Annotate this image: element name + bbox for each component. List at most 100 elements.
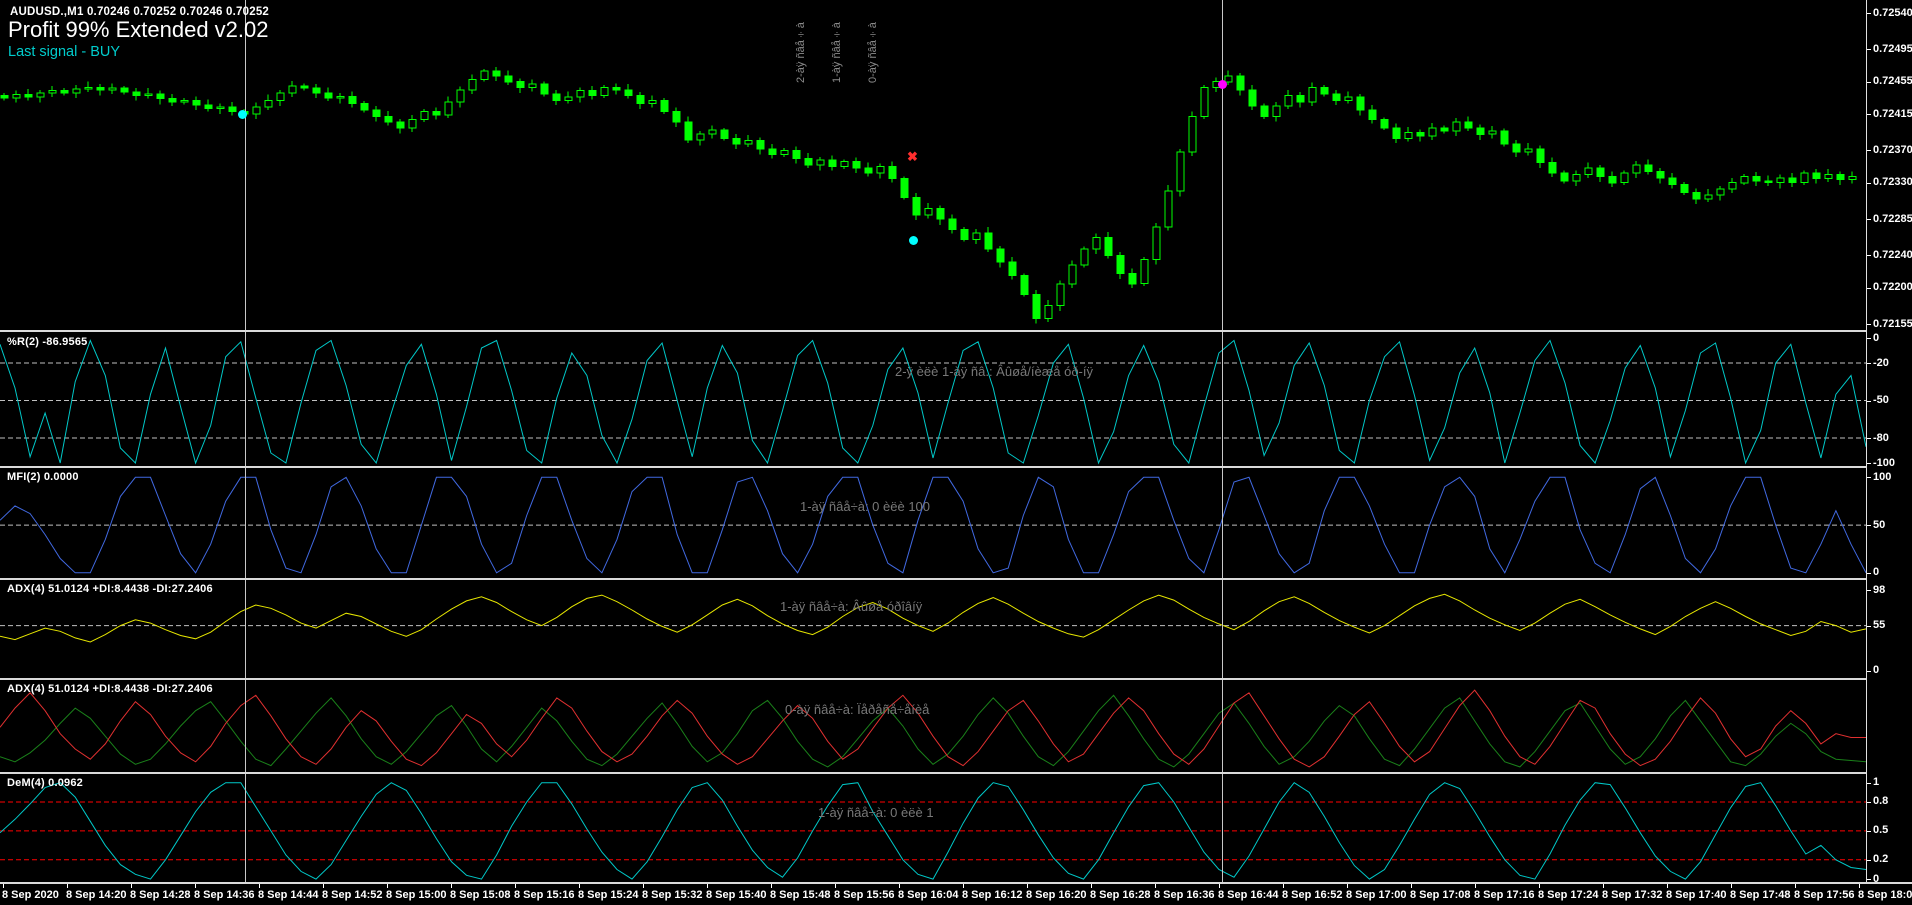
panel-separator[interactable] (0, 466, 1912, 468)
axis-tick-mark (1867, 802, 1871, 803)
time-tick-mark (643, 884, 644, 888)
adx-label: ADX(4) 51.0124 +DI:8.4438 -DI:27.2406 (7, 583, 213, 595)
time-tick-mark (1475, 884, 1476, 888)
panel-separator[interactable] (0, 578, 1912, 580)
adx-watermark: 1-àÿ ñâå÷à: Âûøå óðîâíÿ (780, 599, 922, 614)
price-tick-label: 98 (1873, 584, 1885, 596)
wpr-label: %R(2) -86.9565 (7, 336, 87, 348)
mt4-chart-window: AUDUSD.,M1 0.70246 0.70252 0.70246 0.702… (0, 0, 1912, 905)
time-tick-mark (899, 884, 900, 888)
time-label: 8 Sep 16:04 (898, 889, 959, 901)
price-tick-label: 0.72285 (1873, 213, 1912, 225)
axis-tick-mark (1867, 879, 1871, 880)
time-tick-mark (67, 884, 68, 888)
time-tick-mark (451, 884, 452, 888)
axis-tick-mark (1867, 150, 1871, 151)
time-tick-mark (1283, 884, 1284, 888)
signal-dot-marker-icon (1218, 80, 1227, 89)
price-tick-label: 0.2 (1873, 853, 1888, 865)
time-tick-mark (3, 884, 4, 888)
axis-tick-mark (1867, 219, 1871, 220)
time-tick-mark (1795, 884, 1796, 888)
time-tick-mark (259, 884, 260, 888)
axis-tick-mark (1867, 438, 1871, 439)
dem-watermark: 1-àÿ ñâå÷à: 0 èëè 1 (818, 805, 934, 820)
time-tick-mark (131, 884, 132, 888)
time-tick-mark (1859, 884, 1860, 888)
time-label: 8 Sep 16:20 (1026, 889, 1087, 901)
time-label: 8 Sep 14:36 (194, 889, 255, 901)
time-label: 8 Sep 14:52 (322, 889, 383, 901)
price-tick-label: -20 (1873, 357, 1889, 369)
time-label: 8 Sep 17:24 (1538, 889, 1599, 901)
axis-tick-mark (1867, 13, 1871, 14)
time-label: 8 Sep 17:16 (1474, 889, 1535, 901)
time-label: 8 Sep 16:52 (1282, 889, 1343, 901)
time-label: 8 Sep 15:56 (834, 889, 895, 901)
time-tick-mark (1603, 884, 1604, 888)
price-tick-label: 0.72330 (1873, 176, 1912, 188)
axis-tick-mark (1867, 831, 1871, 832)
price-tick-label: 0.72155 (1873, 318, 1912, 330)
vertical-separator-line (1222, 0, 1223, 882)
vertical-separator-line (245, 0, 246, 882)
axis-tick-mark (1867, 82, 1871, 83)
buy-dot-marker-icon (238, 110, 247, 119)
indicator-title: Profit 99% Extended v2.02 (8, 17, 269, 43)
time-tick-mark (387, 884, 388, 888)
time-label: 8 Sep 14:28 (130, 889, 191, 901)
price-axis: 0.725400.724950.724550.724150.723700.723… (1867, 0, 1912, 882)
time-label: 8 Sep 15:08 (450, 889, 511, 901)
panel-separator[interactable] (0, 330, 1912, 332)
time-label: 8 Sep 16:12 (962, 889, 1023, 901)
axis-tick-mark (1867, 590, 1871, 591)
mfi-label: MFI(2) 0.0000 (7, 471, 79, 483)
time-label: 8 Sep 15:16 (514, 889, 575, 901)
axis-tick-mark (1867, 324, 1871, 325)
price-tick-label: 100 (1873, 471, 1891, 483)
adx-di-label: ADX(4) 51.0124 +DI:8.4438 -DI:27.2406 (7, 683, 213, 695)
axis-tick-mark (1867, 671, 1871, 672)
axis-tick-mark (1867, 573, 1871, 574)
time-label: 8 Sep 18:04 (1858, 889, 1912, 901)
adx-indicator-panel[interactable]: ADX(4) 51.0124 +DI:8.4438 -DI:27.2406 1-… (0, 580, 1866, 678)
panel-separator[interactable] (0, 772, 1912, 774)
panel-separator[interactable] (0, 678, 1912, 680)
mfi-watermark: 1-àÿ ñâå÷à: 0 èëè 100 (800, 499, 930, 514)
wpr-indicator-panel[interactable]: %R(2) -86.9565 2-ÿ èëè 1-àÿ ñâ.: Âûøå/íè… (0, 333, 1866, 466)
price-tick-label: 0.72540 (1873, 7, 1912, 19)
wpr-watermark: 2-ÿ èëè 1-àÿ ñâ.: Âûøå/íèæå óð-íÿ (895, 364, 1093, 379)
time-label: 8 Sep 15:32 (642, 889, 703, 901)
candle-1-label: 1-àÿ ñâå÷à (831, 5, 845, 83)
time-tick-mark (771, 884, 772, 888)
time-tick-mark (1091, 884, 1092, 888)
time-axis: 8 Sep 20208 Sep 14:208 Sep 14:288 Sep 14… (0, 884, 1912, 905)
axis-tick-mark (1867, 49, 1871, 50)
time-tick-mark (963, 884, 964, 888)
last-signal-label: Last signal - BUY (8, 44, 120, 60)
price-tick-label: 0.72200 (1873, 281, 1912, 293)
time-label: 8 Sep 15:40 (706, 889, 767, 901)
price-chart-panel[interactable]: AUDUSD.,M1 0.70246 0.70252 0.70246 0.702… (0, 0, 1866, 330)
price-tick-label: 0 (1873, 873, 1879, 885)
price-tick-label: 50 (1873, 519, 1885, 531)
time-label: 8 Sep 17:32 (1602, 889, 1663, 901)
time-label: 8 Sep 16:36 (1154, 889, 1215, 901)
time-label: 8 Sep 15:24 (578, 889, 639, 901)
adx-di-indicator-panel[interactable]: ADX(4) 51.0124 +DI:8.4438 -DI:27.2406 0-… (0, 680, 1866, 772)
axis-tick-mark (1867, 401, 1871, 402)
axis-tick-mark (1867, 255, 1871, 256)
price-tick-label: 0.5 (1873, 824, 1888, 836)
axis-tick-mark (1867, 463, 1871, 464)
axis-tick-mark (1867, 626, 1871, 627)
time-tick-mark (515, 884, 516, 888)
dem-indicator-panel[interactable]: DeM(4) 0.0962 1-àÿ ñâå÷à: 0 èëè 1 (0, 774, 1866, 882)
time-tick-mark (1667, 884, 1668, 888)
time-label: 8 Sep 17:48 (1730, 889, 1791, 901)
price-tick-label: 0.72415 (1873, 108, 1912, 120)
price-tick-label: -100 (1873, 457, 1895, 469)
price-tick-label: 0.8 (1873, 795, 1888, 807)
price-tick-label: 0 (1873, 566, 1879, 578)
time-label: 8 Sep 2020 (2, 889, 59, 901)
mfi-indicator-panel[interactable]: MFI(2) 0.0000 1-àÿ ñâå÷à: 0 èëè 100 (0, 468, 1866, 578)
